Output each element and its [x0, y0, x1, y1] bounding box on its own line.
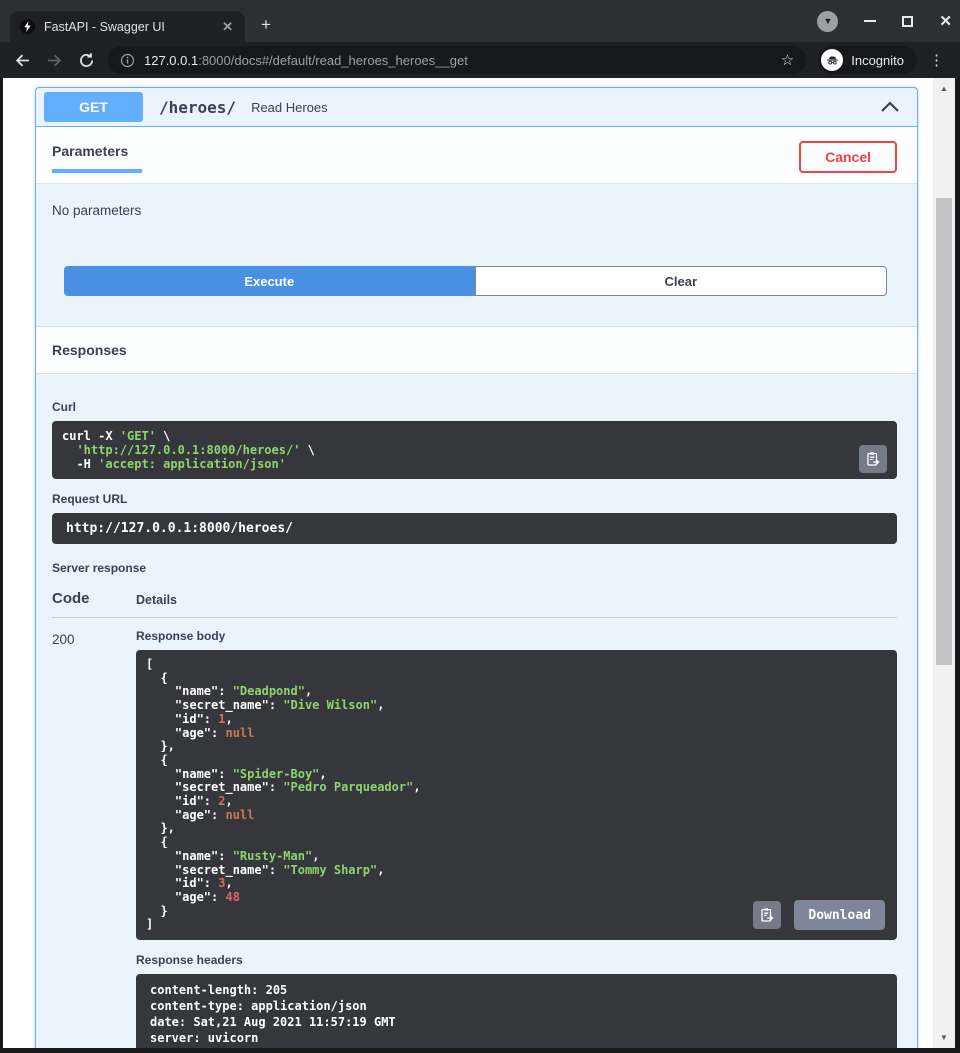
- response-body-label: Response body: [136, 629, 897, 643]
- request-url-label: Request URL: [52, 492, 897, 506]
- tab-parameters[interactable]: Parameters: [52, 141, 142, 173]
- browser-update-icon[interactable]: ▼: [817, 11, 838, 32]
- incognito-icon: [821, 49, 843, 71]
- swagger-page: GET /heroes/ Read Heroes Parameters Canc…: [3, 78, 933, 1048]
- download-button[interactable]: Download: [794, 900, 885, 930]
- request-url-block: http://127.0.0.1:8000/heroes/: [52, 513, 897, 544]
- tab-close-icon[interactable]: ✕: [219, 19, 236, 35]
- no-parameters-text: No parameters: [36, 184, 917, 218]
- clear-button[interactable]: Clear: [475, 266, 888, 296]
- incognito-label: Incognito: [851, 53, 904, 68]
- response-body-block: [ { "name": "Deadpond", "secret_name": "…: [136, 650, 897, 940]
- method-badge: GET: [44, 92, 143, 122]
- copy-response-button[interactable]: [753, 901, 781, 929]
- execute-button[interactable]: Execute: [64, 266, 475, 296]
- maximize-button[interactable]: [902, 16, 913, 27]
- table-divider: [52, 617, 897, 618]
- tab-title: FastAPI - Swagger UI: [44, 20, 211, 34]
- browser-toolbar: 127.0.0.1:8000/docs#/default/read_heroes…: [0, 42, 960, 78]
- response-table-header: Code Details: [52, 590, 897, 607]
- reload-button[interactable]: [72, 46, 100, 74]
- response-headers-block: content-length: 205content-type: applica…: [136, 974, 897, 1048]
- details-column-header: Details: [136, 590, 177, 607]
- collapse-chevron-icon[interactable]: [880, 101, 900, 113]
- fastapi-favicon: [19, 18, 36, 35]
- curl-command-text: curl -X 'GET' \ 'http://127.0.0.1:8000/h…: [62, 429, 887, 471]
- browser-tab[interactable]: FastAPI - Swagger UI ✕: [10, 11, 245, 42]
- scrollbar-thumb[interactable]: [936, 198, 952, 665]
- scrollbar-down-icon[interactable]: ▼: [933, 1033, 955, 1042]
- url-text[interactable]: 127.0.0.1:8000/docs#/default/read_heroes…: [144, 53, 772, 68]
- cancel-button[interactable]: Cancel: [799, 141, 897, 173]
- copy-curl-button[interactable]: [859, 445, 887, 473]
- responses-section-title: Responses: [36, 326, 917, 374]
- new-tab-button[interactable]: +: [261, 15, 271, 35]
- opblock-get-heroes: GET /heroes/ Read Heroes Parameters Canc…: [35, 87, 918, 1048]
- status-code: 200: [52, 629, 136, 1048]
- back-button[interactable]: [8, 46, 36, 74]
- forward-button[interactable]: [40, 46, 68, 74]
- curl-command-block: curl -X 'GET' \ 'http://127.0.0.1:8000/h…: [52, 421, 897, 479]
- bookmark-star-icon[interactable]: ☆: [781, 51, 794, 69]
- browser-titlebar: FastAPI - Swagger UI ✕ + ▼ ✕: [0, 0, 960, 42]
- incognito-badge: Incognito: [818, 46, 917, 74]
- response-headers-label: Response headers: [136, 953, 897, 967]
- browser-menu-icon[interactable]: ⋮: [921, 51, 952, 69]
- response-body-json: [ { "name": "Deadpond", "secret_name": "…: [146, 658, 887, 932]
- code-column-header: Code: [52, 590, 136, 607]
- endpoint-summary: Read Heroes: [251, 100, 328, 115]
- response-row-200: 200 Response body [ { "name": "Deadpond"…: [52, 629, 897, 1048]
- curl-label: Curl: [52, 400, 897, 414]
- endpoint-path: /heroes/: [159, 98, 236, 117]
- parameters-header: Parameters Cancel: [36, 127, 917, 184]
- scrollbar-up-icon[interactable]: ▲: [933, 84, 955, 93]
- minimize-button[interactable]: [864, 20, 876, 22]
- request-url-text: http://127.0.0.1:8000/heroes/: [66, 521, 883, 536]
- page-info-icon[interactable]: [120, 53, 135, 68]
- response-headers-text: content-length: 205content-type: applica…: [150, 982, 883, 1046]
- url-bar[interactable]: 127.0.0.1:8000/docs#/default/read_heroes…: [108, 46, 806, 74]
- opblock-header[interactable]: GET /heroes/ Read Heroes: [36, 88, 917, 127]
- page-scrollbar[interactable]: ▲ ▼: [933, 78, 955, 1048]
- server-response-label: Server response: [52, 561, 897, 575]
- execute-row: Execute Clear: [64, 266, 887, 296]
- responses-body: Curl curl -X 'GET' \ 'http://127.0.0.1:8…: [36, 374, 917, 1048]
- window-close-button[interactable]: ✕: [939, 14, 952, 29]
